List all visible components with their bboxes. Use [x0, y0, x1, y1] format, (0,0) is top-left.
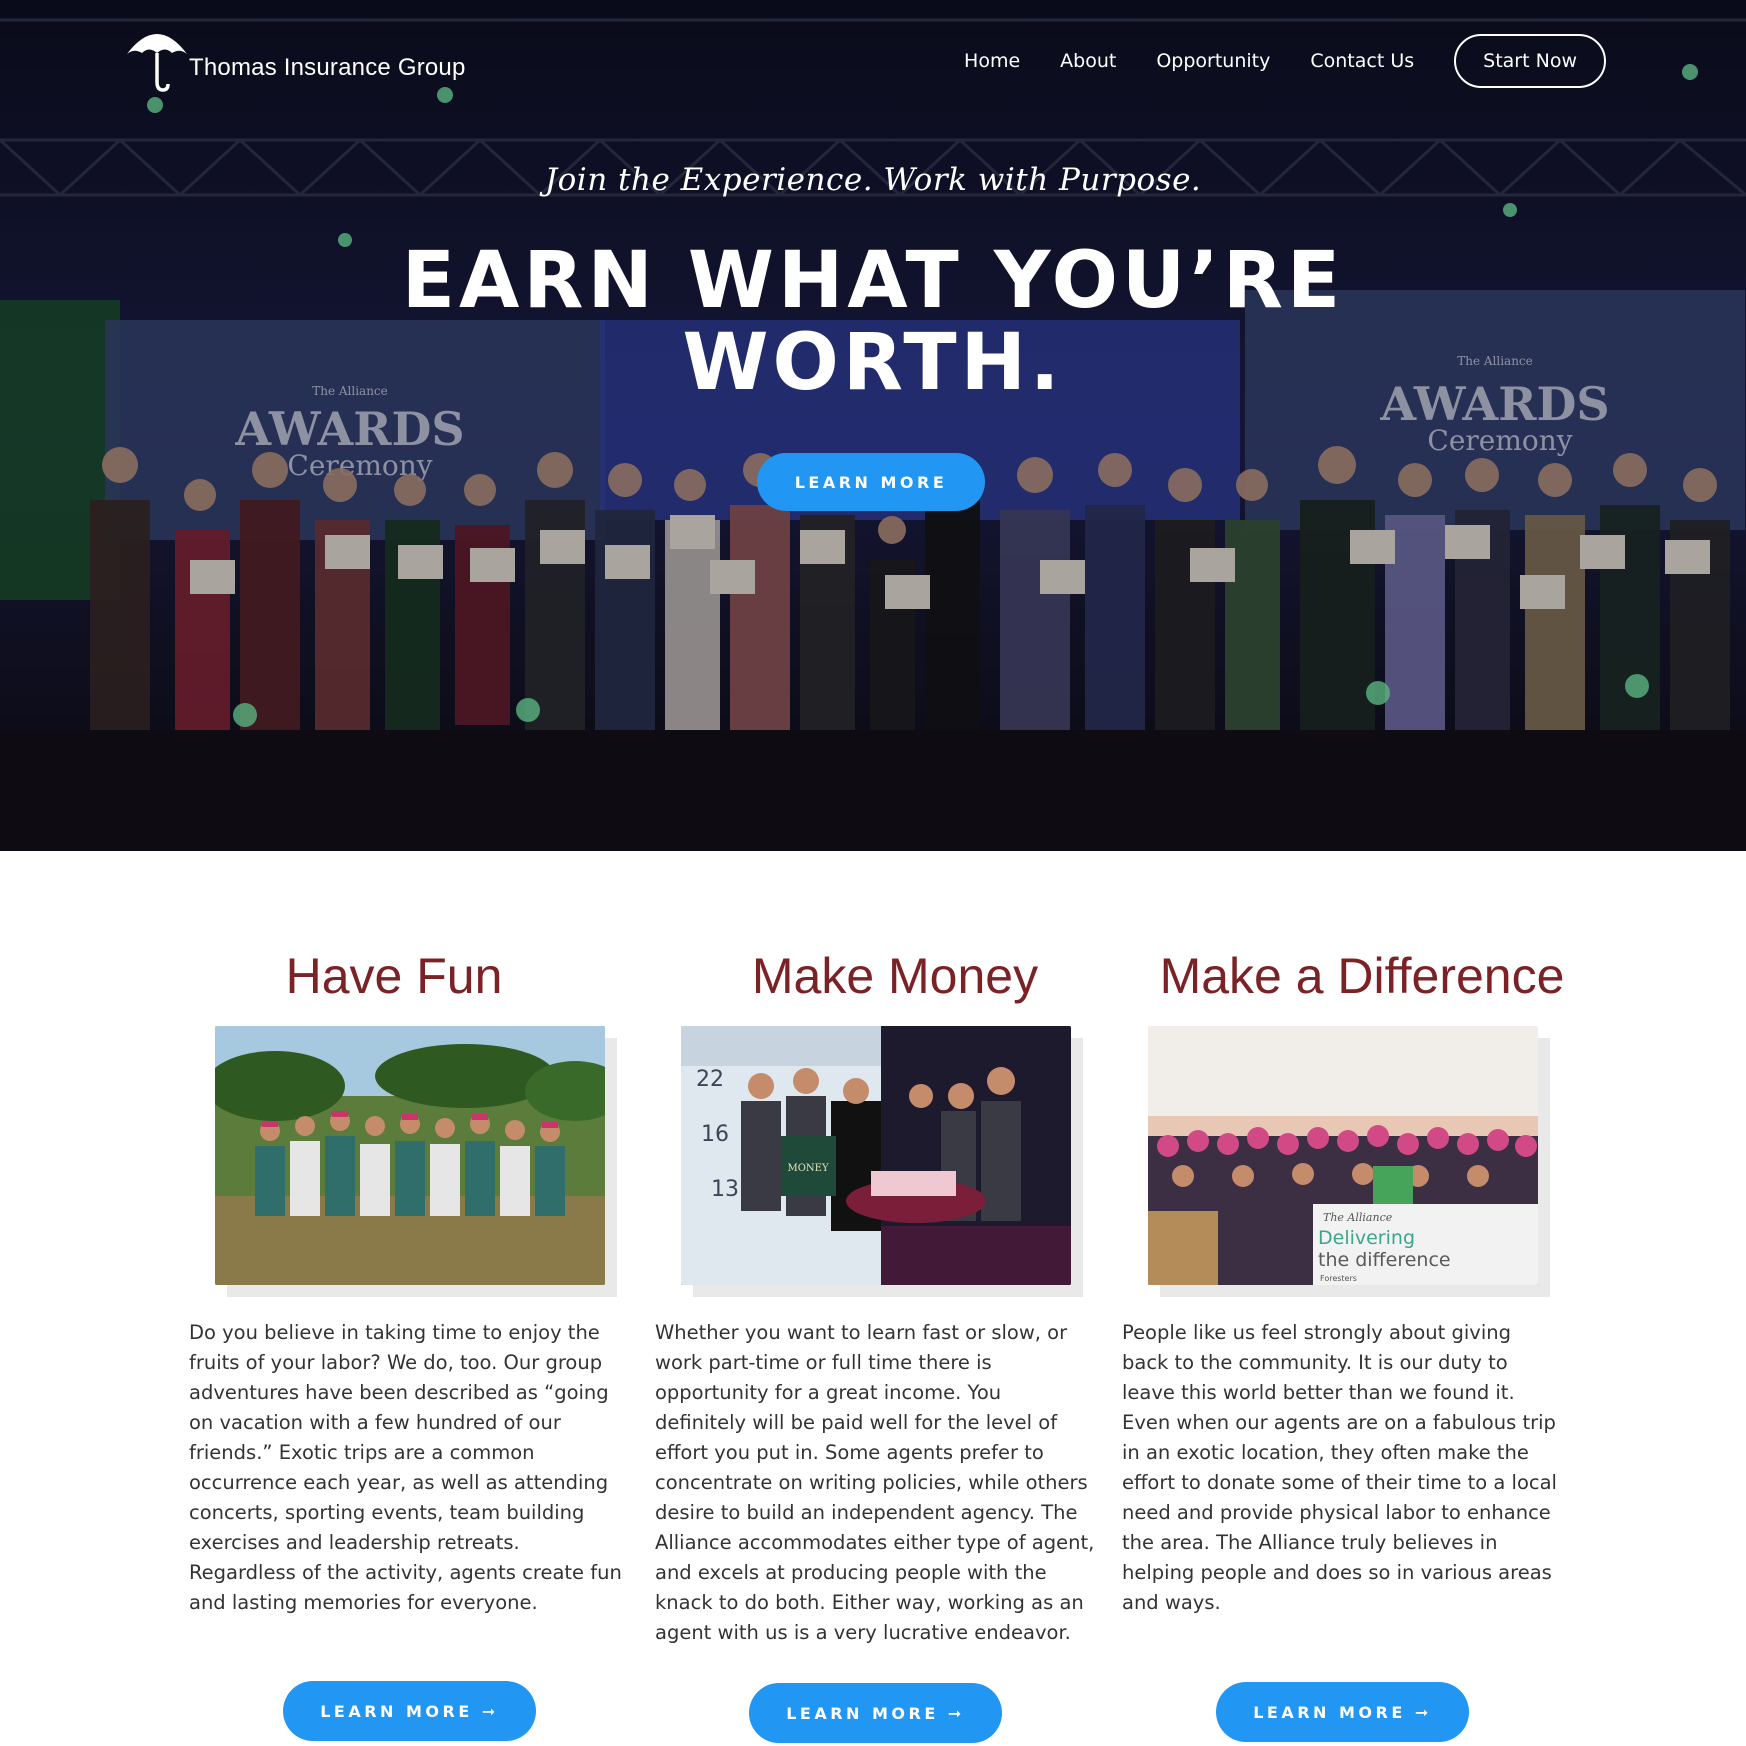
make-a-difference-learn-more-button[interactable]: LEARN MORE ➞ — [1216, 1682, 1469, 1742]
group-outdoor-photo — [215, 1026, 605, 1285]
nav-opportunity[interactable]: Opportunity — [1156, 50, 1270, 72]
board-number: 22 — [696, 1067, 724, 1092]
main-navigation: Home About Opportunity Contact Us Start … — [964, 34, 1606, 88]
bag-text: MONEY — [787, 1163, 828, 1174]
banner-line1: Delivering — [1318, 1227, 1415, 1249]
hero-dark-overlay — [0, 0, 1746, 851]
hero-learn-more-button[interactable]: LEARN MORE — [757, 453, 985, 511]
logo-text: Thomas Insurance Group — [189, 54, 466, 81]
nav-home[interactable]: Home — [964, 50, 1020, 72]
button-label: LEARN MORE ➞ — [786, 1703, 965, 1723]
hero-tagline: Join the Experience. Work with Purpose. — [544, 162, 1202, 198]
umbrella-icon — [127, 34, 187, 92]
feature-title-make-money: Make Money — [751, 948, 1039, 1004]
hero-section: AWARDS The Alliance Ceremony AWARDS The … — [0, 0, 1746, 851]
board-number: 16 — [701, 1122, 729, 1147]
button-label: LEARN MORE ➞ — [320, 1701, 499, 1721]
feature-photo-have-fun — [215, 1026, 617, 1297]
start-now-button[interactable]: Start Now — [1454, 34, 1606, 88]
nav-about[interactable]: About — [1060, 50, 1116, 72]
button-label: LEARN MORE ➞ — [1253, 1702, 1432, 1722]
board-number: 13 — [711, 1177, 739, 1202]
hero-headline: EARN WHAT YOU’RE WORTH. — [0, 240, 1746, 404]
feature-title-have-fun: Have Fun — [285, 948, 503, 1004]
features-section: Have Fun Do you believe in taking time t… — [0, 851, 1746, 1746]
have-fun-learn-more-button[interactable]: LEARN MORE ➞ — [283, 1681, 536, 1741]
nav-contact-us[interactable]: Contact Us — [1310, 50, 1414, 72]
hero-headline-line1: EARN WHAT YOU’RE — [401, 236, 1345, 326]
banner-brand: Foresters — [1320, 1274, 1357, 1283]
site-logo[interactable]: Thomas Insurance Group — [125, 20, 466, 92]
feature-photo-make-money: 22 16 13 MONEY — [681, 1026, 1083, 1297]
feature-title-make-a-difference: Make a Difference — [1159, 948, 1565, 1004]
feature-text-make-money: Whether you want to learn fast or slow, … — [655, 1321, 1095, 1644]
volunteer-group-photo: The Alliance Delivering the difference F… — [1148, 1026, 1538, 1285]
feature-text-have-fun: Do you believe in taking time to enjoy t… — [189, 1321, 622, 1614]
make-money-learn-more-button[interactable]: LEARN MORE ➞ — [749, 1683, 1002, 1743]
hero-headline-line2: WORTH. — [682, 318, 1064, 408]
banner-line2: the difference — [1318, 1249, 1451, 1271]
banner-small-text: The Alliance — [1323, 1211, 1393, 1224]
money-celebration-photo: 22 16 13 MONEY — [681, 1026, 1071, 1285]
feature-text-make-a-difference: People like us feel strongly about givin… — [1122, 1321, 1557, 1614]
feature-photo-make-a-difference: The Alliance Delivering the difference F… — [1148, 1026, 1550, 1297]
